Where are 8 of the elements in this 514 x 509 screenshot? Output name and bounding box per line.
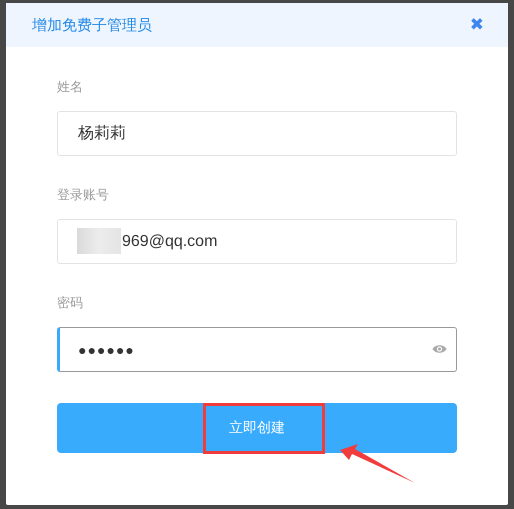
field-label: 登录账号 (57, 187, 109, 205)
field-label: 姓名 (57, 79, 83, 97)
eye-icon[interactable] (432, 344, 447, 354)
input-field[interactable]: 969@qq.com (57, 219, 457, 264)
input-field[interactable]: 杨莉莉 (57, 111, 457, 156)
dialog-title: 增加免费子管理员 (32, 16, 152, 34)
field-label: 密码 (57, 295, 83, 313)
password-field[interactable]: ●●●●●● (57, 327, 457, 372)
